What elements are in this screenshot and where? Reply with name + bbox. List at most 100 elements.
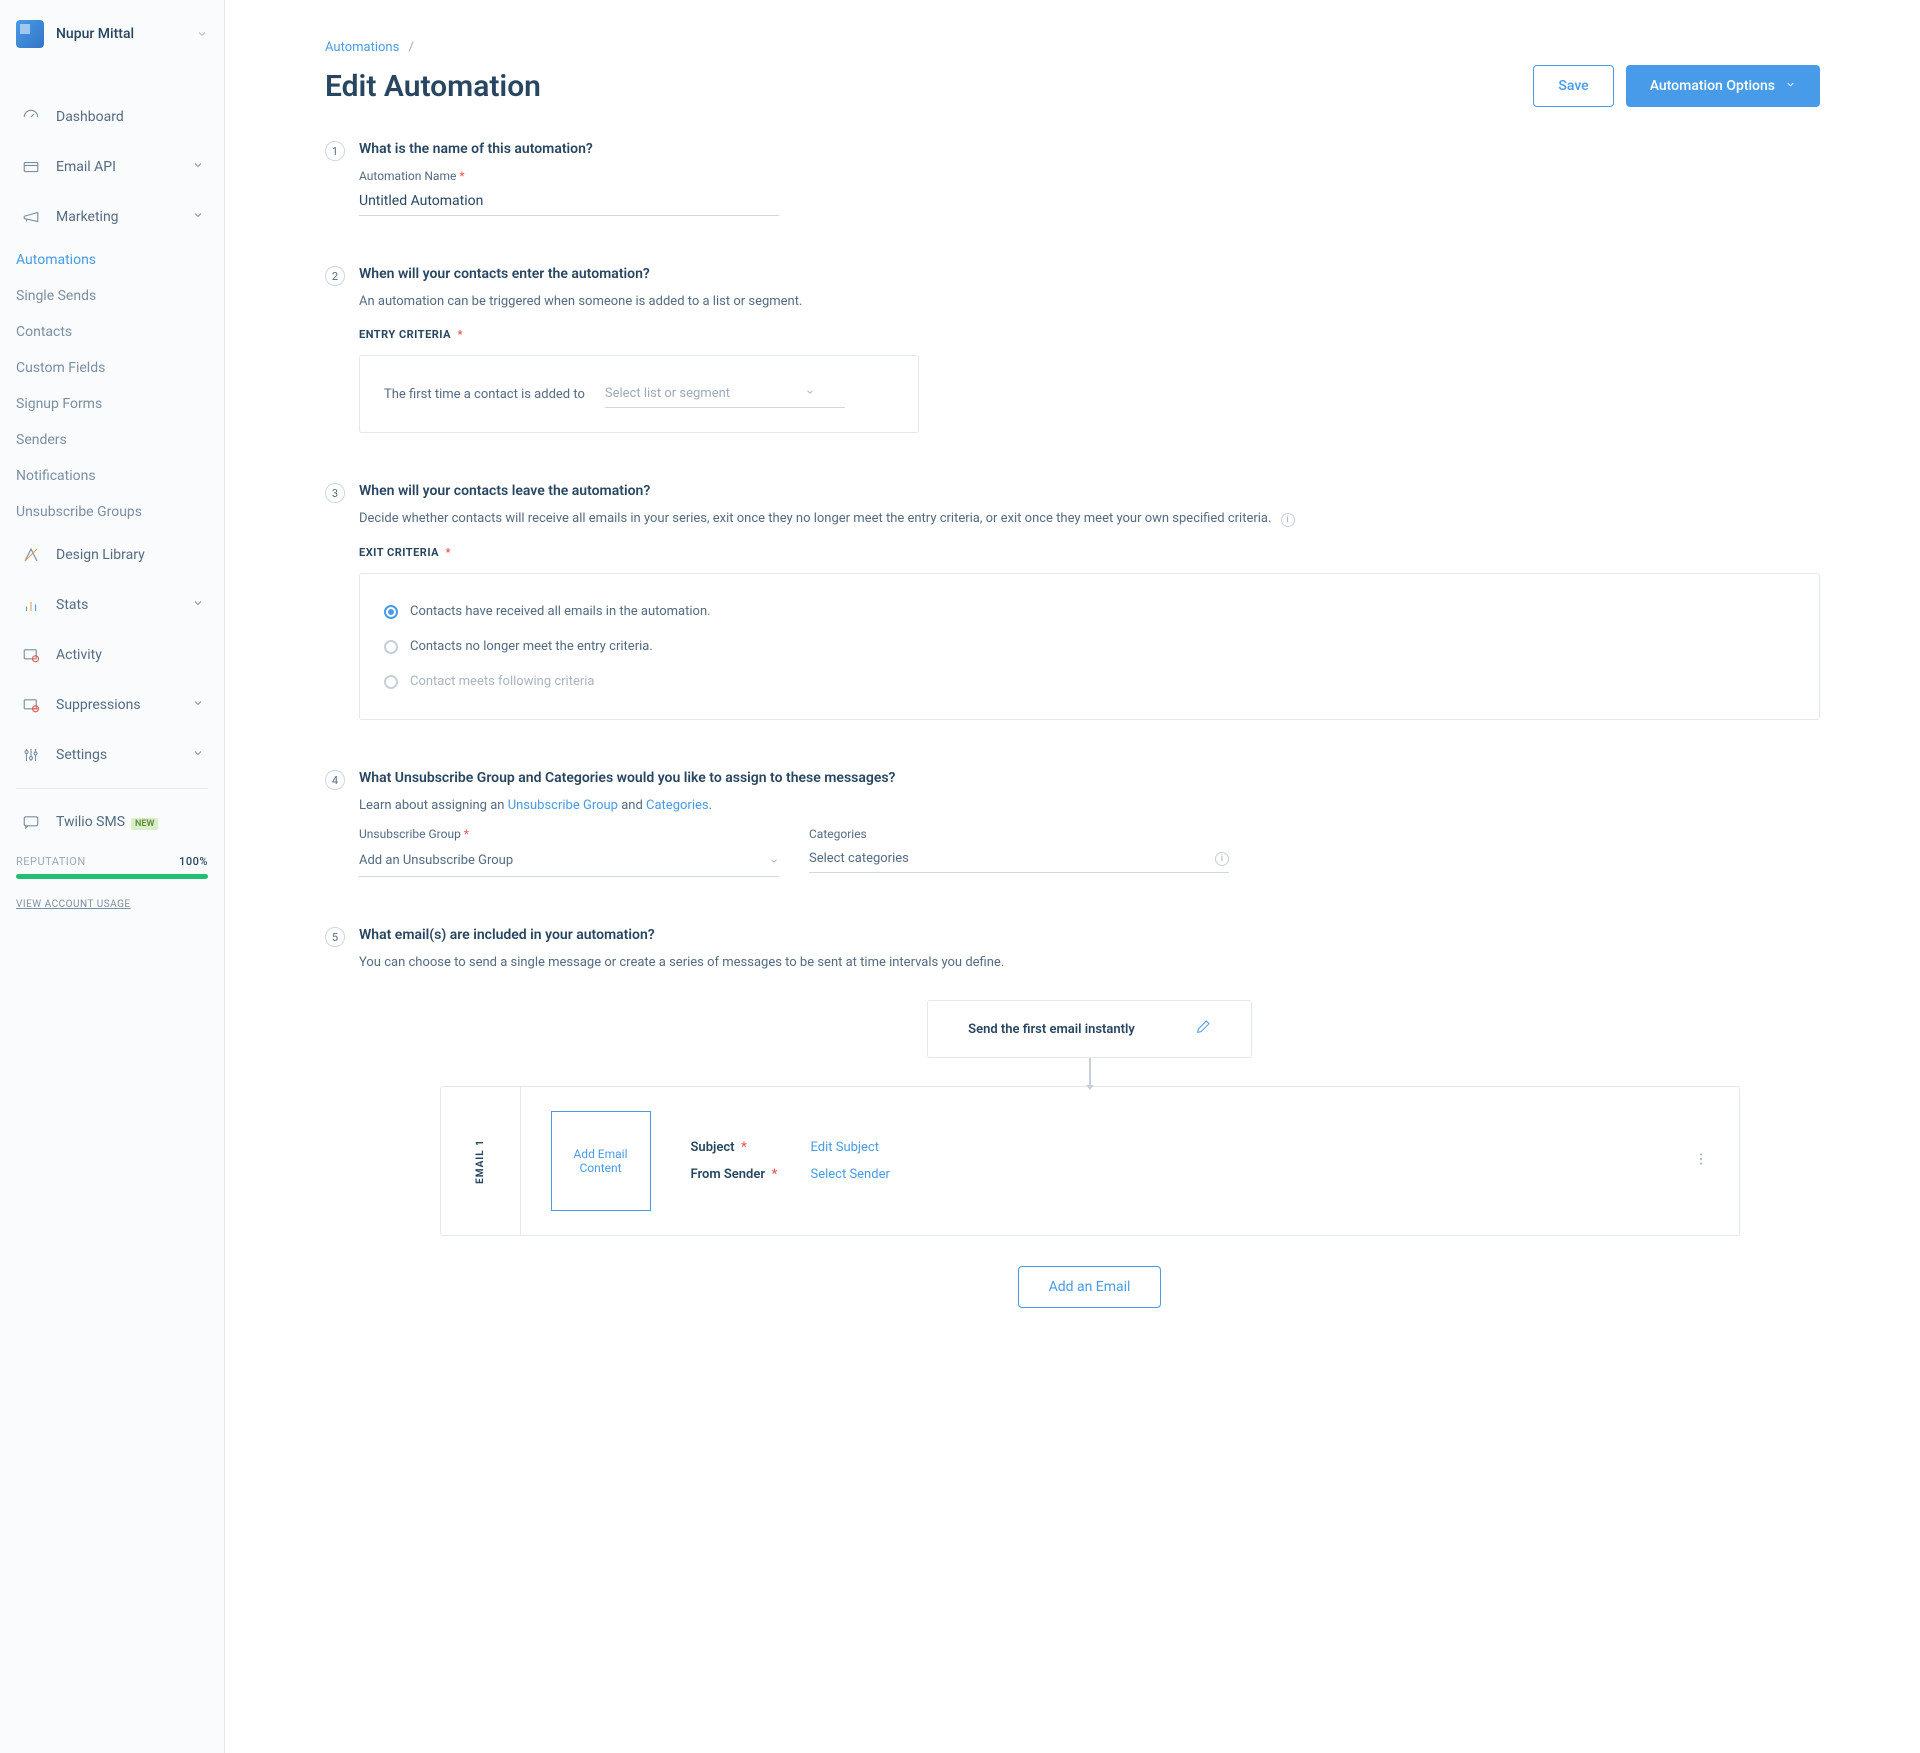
nav-marketing[interactable]: Marketing [0,192,224,242]
entry-text: The first time a contact is added to [384,387,585,402]
subnav-single-sends[interactable]: Single Sends [16,278,224,314]
subnav-senders[interactable]: Senders [16,422,224,458]
select-sender-link[interactable]: Select Sender [811,1167,890,1182]
page-actions: Save Automation Options [1533,65,1820,107]
subnav-unsubscribe-groups[interactable]: Unsubscribe Groups [16,494,224,530]
exit-criteria-box: Contacts have received all emails in the… [359,573,1820,720]
automation-options-button[interactable]: Automation Options [1626,65,1820,107]
nav-email-api[interactable]: Email API [0,142,224,192]
chevron-down-icon [192,159,204,175]
info-icon[interactable]: i [1215,852,1229,866]
nav-suppressions[interactable]: Suppressions [0,680,224,730]
send-instant-box: Send the first email instantly [927,1000,1252,1058]
subject-field: Subject * Edit Subject [691,1140,890,1155]
chevron-down-icon [196,25,208,44]
categories-label: Categories [809,827,1229,841]
radio-label: Contacts no longer meet the entry criter… [410,639,653,654]
chat-icon [20,811,42,833]
categories-select[interactable]: Select categories i [809,845,1229,873]
subnav-notifications[interactable]: Notifications [16,458,224,494]
gauge-icon [20,106,42,128]
chevron-down-icon [805,386,815,401]
step-number: 2 [325,266,345,286]
breadcrumb-root[interactable]: Automations [325,40,399,55]
page-title: Edit Automation [325,69,541,104]
entry-criteria-label: ENTRY CRITERIA * [359,328,463,341]
nav-dashboard[interactable]: Dashboard [0,92,224,142]
exit-option-2[interactable]: Contacts no longer meet the entry criter… [384,629,1795,664]
step4-title: What Unsubscribe Group and Categories wo… [359,770,1820,786]
nav-label: Dashboard [56,109,204,125]
entry-criteria-box: The first time a contact is added to Sel… [359,355,919,433]
marketing-subnav: Automations Single Sends Contacts Custom… [0,242,224,530]
email-card-1: EMAIL 1 Add Email Content Subject * Edit… [440,1086,1740,1236]
nav-label: Twilio SMSNEW [56,814,204,830]
reputation-widget: REPUTATION 100% [0,847,224,887]
step5-title: What email(s) are included in your autom… [359,927,1820,943]
email-flow: Send the first email instantly EMAIL 1 A… [359,1000,1820,1308]
step-number: 1 [325,141,345,161]
email-index-label: EMAIL 1 [441,1087,521,1235]
step3-title: When will your contacts leave the automa… [359,483,1820,499]
step-5: 5 What email(s) are included in your aut… [325,927,1820,1308]
subnav-custom-fields[interactable]: Custom Fields [16,350,224,386]
card-icon [20,156,42,178]
subnav-automations[interactable]: Automations [16,242,224,278]
sidebar: Nupur Mittal Dashboard Email API Marketi… [0,0,225,1753]
info-icon[interactable]: i [1281,513,1295,527]
reputation-label: REPUTATION [16,855,86,868]
sender-field: From Sender * Select Sender [691,1167,890,1182]
more-options-icon[interactable] [1693,1151,1709,1171]
step-number: 4 [325,770,345,790]
reputation-value: 100% [179,855,208,868]
subnav-signup-forms[interactable]: Signup Forms [16,386,224,422]
chevron-down-icon [769,851,779,870]
categories-link[interactable]: Categories [646,798,709,813]
add-email-content-button[interactable]: Add Email Content [551,1111,651,1211]
nav-label: Activity [56,647,204,663]
arrow-down-icon [1089,1058,1091,1086]
save-button[interactable]: Save [1533,65,1613,107]
radio-label: Contacts have received all emails in the… [410,604,711,619]
unsubscribe-group-link[interactable]: Unsubscribe Group [508,798,618,813]
step5-desc: You can choose to send a single message … [359,955,1820,970]
reputation-bar [16,874,208,879]
bar-chart-icon [20,594,42,616]
design-icon [20,544,42,566]
nav-settings[interactable]: Settings [0,730,224,780]
nav-twilio-sms[interactable]: Twilio SMSNEW [0,797,224,847]
automation-name-input[interactable] [359,187,779,216]
view-usage-link[interactable]: VIEW ACCOUNT USAGE [0,887,224,922]
nav-activity[interactable]: Activity [0,630,224,680]
nav-label: Marketing [56,209,192,225]
nav-stats[interactable]: Stats [0,580,224,630]
chevron-down-icon [192,209,204,225]
nav-label: Settings [56,747,192,763]
step-3: 3 When will your contacts leave the auto… [325,483,1820,720]
add-email-button[interactable]: Add an Email [1018,1266,1162,1308]
list-segment-select[interactable]: Select list or segment [605,380,845,408]
step2-title: When will your contacts enter the automa… [359,266,1820,282]
unsubscribe-group-select[interactable]: Add an Unsubscribe Group [359,845,779,877]
exit-option-3[interactable]: Contact meets following criteria [384,664,1795,699]
user-name: Nupur Mittal [56,26,196,42]
email-content-row: Add Email Content Subject * Edit Subject… [521,1087,1739,1235]
nav-design-library[interactable]: Design Library [0,530,224,580]
breadcrumb-separator: / [409,40,414,55]
exit-option-1[interactable]: Contacts have received all emails in the… [384,594,1795,629]
user-menu[interactable]: Nupur Mittal [0,0,224,68]
edit-subject-link[interactable]: Edit Subject [811,1140,880,1155]
nav-label: Suppressions [56,697,192,713]
shield-x-icon [20,694,42,716]
step-2: 2 When will your contacts enter the auto… [325,266,1820,433]
nav-label: Stats [56,597,192,613]
step-1: 1 What is the name of this automation? A… [325,141,1820,216]
subnav-contacts[interactable]: Contacts [16,314,224,350]
radio-icon [384,675,398,689]
nav-label: Email API [56,159,192,175]
main-content: Automations / Edit Automation Save Autom… [225,0,1920,1753]
step1-title: What is the name of this automation? [359,141,1820,157]
chevron-down-icon [192,597,204,613]
app-logo [16,20,44,48]
edit-icon[interactable] [1195,1019,1211,1039]
